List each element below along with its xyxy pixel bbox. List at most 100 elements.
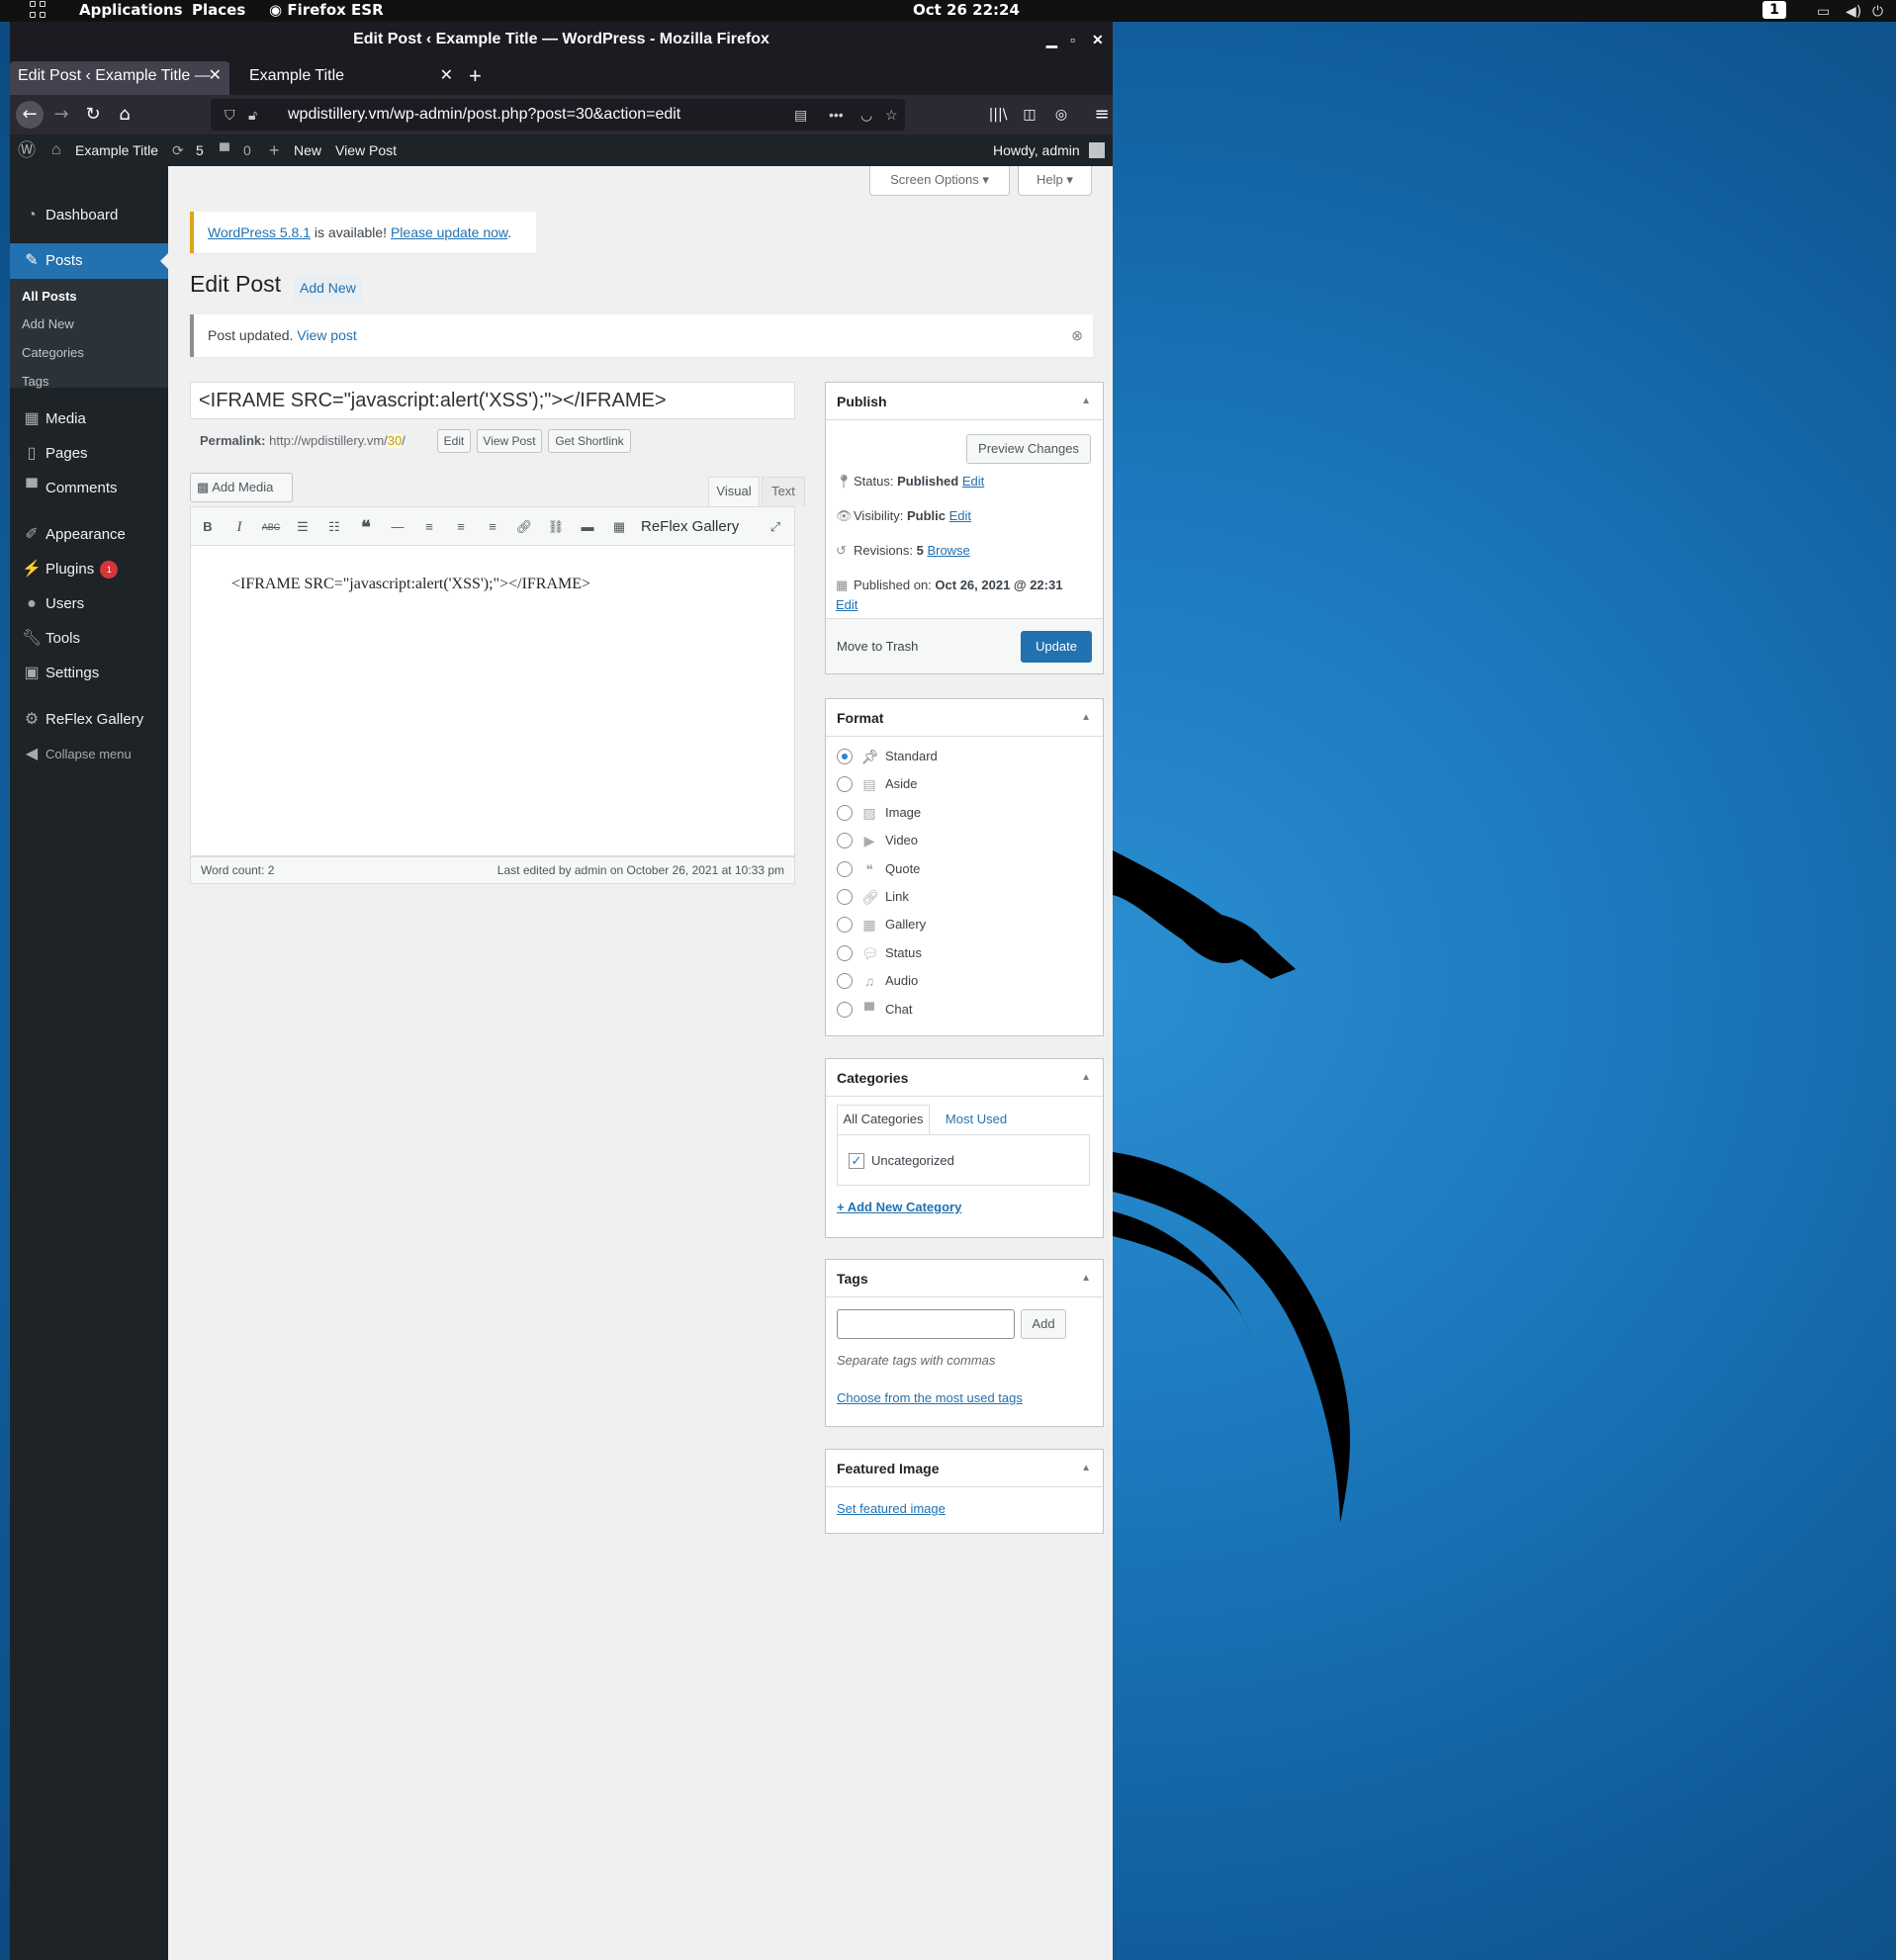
editor-body[interactable]: <IFRAME SRC="javascript:alert('XSS');"><… [190, 546, 795, 856]
sidebar-icon[interactable]: ◫ [1016, 101, 1043, 129]
minimize-icon[interactable]: ▁ [1046, 22, 1057, 57]
format-radio-aside[interactable] [837, 776, 853, 793]
status-edit-link[interactable]: Edit [962, 474, 984, 489]
preview-changes-button[interactable]: Preview Changes [966, 434, 1091, 464]
please-update-link[interactable]: Please update now [391, 224, 507, 240]
toggle-arrow-icon[interactable]: ▲ [1081, 1260, 1091, 1297]
move-to-trash-link[interactable]: Move to Trash [837, 619, 918, 674]
back-arrow-icon[interactable]: ← [16, 101, 44, 129]
clock[interactable]: Oct 26 22:24 [913, 0, 1020, 21]
menu-comments[interactable]: ▀ Comments [10, 471, 168, 506]
toggle-arrow-icon[interactable]: ▲ [1081, 699, 1091, 737]
horizontal-line-icon[interactable]: — [387, 515, 408, 539]
add-new-post-button[interactable]: Add New [294, 275, 362, 303]
firefox-app-menu[interactable]: ◉ Firefox ESR [269, 0, 384, 21]
format-label-link[interactable]: Link [885, 889, 909, 905]
format-radio-chat[interactable] [837, 1001, 853, 1018]
editor-content[interactable]: <IFRAME SRC="javascript:alert('XSS');"><… [231, 576, 590, 593]
format-radio-gallery[interactable] [837, 917, 853, 934]
featured-image-header[interactable]: Featured Image ▲ [826, 1450, 1103, 1487]
page-actions-icon[interactable]: ••• [829, 99, 844, 131]
menu-dashboard[interactable]: ◔ Dashboard [10, 198, 168, 233]
read-more-icon[interactable]: ▬ [577, 515, 598, 539]
reload-icon[interactable]: ↻ [79, 101, 107, 129]
new-plus-icon[interactable]: + [269, 134, 280, 166]
close-tab-icon[interactable]: ✕ [209, 61, 222, 91]
url-text[interactable]: wpdistillery.vm/wp-admin/post.php?post=3… [288, 99, 680, 131]
new-content-link[interactable]: New [294, 134, 321, 166]
screen-options-button[interactable]: Screen Options ▾ [869, 166, 1010, 196]
submenu-add-new[interactable]: Add New [22, 314, 74, 334]
permalink-base[interactable]: http://wpdistillery.vm/ [269, 433, 388, 448]
add-media-button[interactable]: ▩ Add Media [190, 473, 293, 502]
close-tab-icon[interactable]: ✕ [440, 61, 453, 91]
site-name-link[interactable]: Example Title [75, 134, 158, 166]
submenu-all-posts[interactable]: All Posts [22, 287, 77, 307]
bookmark-star-icon[interactable]: ☆ [885, 99, 898, 131]
toggle-arrow-icon[interactable]: ▲ [1081, 1450, 1091, 1487]
tab-visual[interactable]: Visual [708, 477, 760, 506]
browse-revisions-link[interactable]: Browse [927, 543, 969, 558]
submenu-tags[interactable]: Tags [22, 372, 48, 392]
account-icon[interactable]: ◎ [1047, 101, 1075, 129]
format-label-video[interactable]: Video [885, 833, 918, 848]
dismiss-notice-icon[interactable]: ⊗ [1071, 314, 1083, 357]
hamburger-menu-icon[interactable]: ≡ [1088, 101, 1113, 129]
submenu-categories[interactable]: Categories [22, 343, 84, 363]
tab-edit-post[interactable]: Edit Post ‹ Example Title — ✕ [10, 61, 229, 95]
avatar[interactable] [1089, 142, 1105, 158]
italic-icon[interactable]: I [228, 515, 250, 539]
library-icon[interactable]: |||\ [984, 101, 1012, 129]
format-radio-audio[interactable] [837, 973, 853, 990]
format-radio-video[interactable] [837, 833, 853, 849]
format-radio-link[interactable] [837, 889, 853, 905]
format-label-aside[interactable]: Aside [885, 776, 918, 792]
format-label-status[interactable]: Status [885, 945, 922, 961]
choose-most-used-tags-link[interactable]: Choose from the most used tags [837, 1390, 1023, 1405]
close-window-icon[interactable]: ✕ [1092, 22, 1104, 57]
view-post-link[interactable]: View Post [335, 134, 397, 166]
menu-pages[interactable]: ▯ Pages [10, 436, 168, 472]
workspace-indicator[interactable]: 1 [1762, 1, 1786, 19]
tab-all-categories[interactable]: All Categories [837, 1105, 930, 1134]
format-label-quote[interactable]: Quote [885, 861, 920, 877]
wordpress-logo-icon[interactable]: Ⓦ [18, 134, 36, 166]
tab-text[interactable]: Text [762, 477, 805, 506]
volume-icon[interactable]: ◀) [1846, 2, 1861, 23]
tab-example-title[interactable]: Example Title ✕ [241, 61, 461, 95]
format-radio-image[interactable] [837, 804, 853, 821]
menu-reflex-gallery[interactable]: ⚙ ReFlex Gallery [10, 702, 168, 738]
published-edit-link[interactable]: Edit [836, 597, 858, 612]
link-icon[interactable]: 🔗︎ [513, 515, 535, 539]
reader-view-icon[interactable]: ▤ [794, 99, 807, 131]
numbered-list-icon[interactable]: ☷ [323, 515, 345, 539]
publish-box-header[interactable]: Publish ▲ [826, 383, 1103, 420]
add-tag-button[interactable]: Add [1021, 1309, 1066, 1339]
new-tab-plus-icon[interactable]: + [461, 61, 491, 95]
tags-box-header[interactable]: Tags ▲ [826, 1260, 1103, 1297]
align-left-icon[interactable]: ≡ [418, 515, 440, 539]
url-bar[interactable]: ⛉ 🔓︎ wpdistillery.vm/wp-admin/post.php?p… [211, 99, 905, 131]
align-center-icon[interactable]: ≡ [450, 515, 472, 539]
visibility-edit-link[interactable]: Edit [949, 508, 971, 523]
shield-icon[interactable]: ⛉ [225, 99, 235, 131]
toggle-arrow-icon[interactable]: ▲ [1081, 1059, 1091, 1097]
format-label-gallery[interactable]: Gallery [885, 917, 926, 933]
insecure-lock-icon[interactable]: 🔓︎ [248, 99, 257, 131]
format-label-chat[interactable]: Chat [885, 1002, 912, 1018]
places-menu[interactable]: Places [192, 0, 245, 21]
view-post-link[interactable]: View post [297, 327, 356, 343]
toolbar-toggle-icon[interactable]: ▦ [608, 515, 630, 539]
maximize-icon[interactable]: ▫ [1070, 22, 1075, 57]
uncategorized-checkbox[interactable]: ✓ [849, 1153, 864, 1169]
toggle-arrow-icon[interactable]: ▲ [1081, 383, 1091, 420]
tab-most-used[interactable]: Most Used [937, 1105, 1016, 1134]
bold-icon[interactable]: B [197, 515, 219, 539]
format-radio-status[interactable] [837, 944, 853, 961]
updates-count[interactable]: 5 [196, 134, 204, 166]
format-box-header[interactable]: Format ▲ [826, 699, 1103, 737]
format-radio-standard[interactable] [837, 749, 853, 764]
format-label-image[interactable]: Image [885, 805, 921, 821]
activities-grid-icon[interactable] [30, 1, 47, 19]
home-icon[interactable]: ⌂ [111, 101, 138, 129]
